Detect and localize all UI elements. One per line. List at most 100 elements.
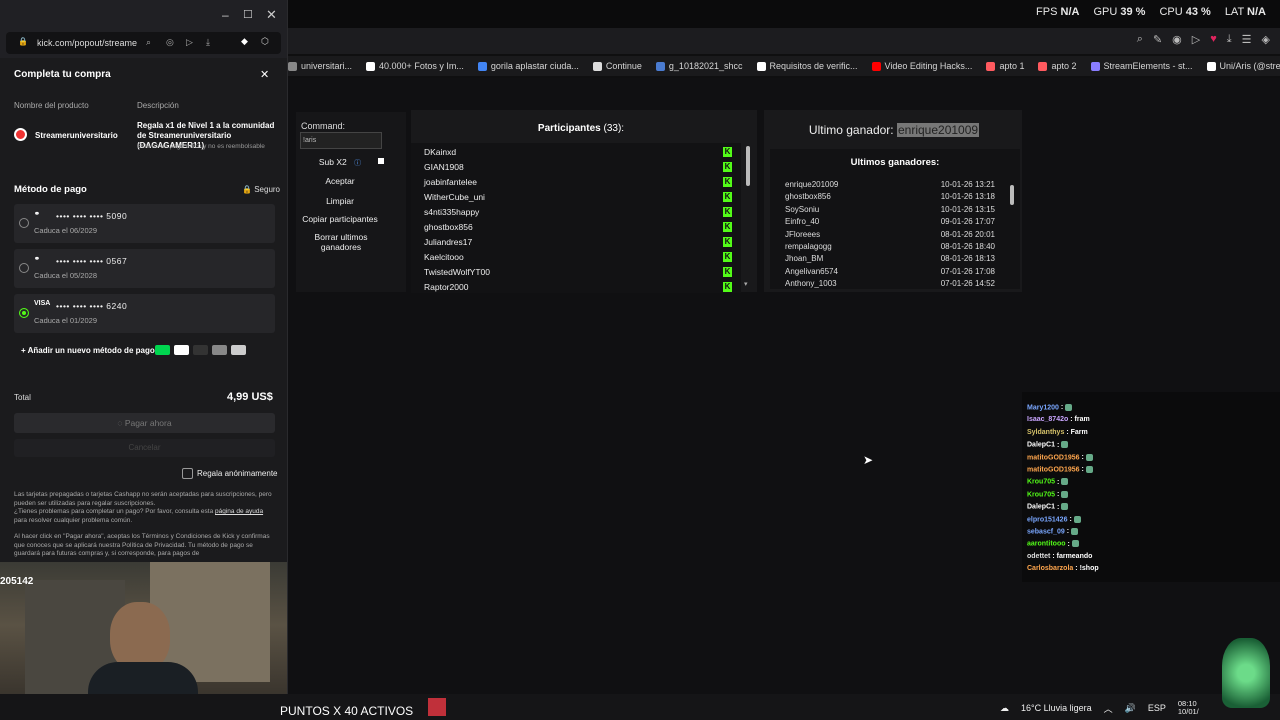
bookmark-item[interactable]: universitari... [288, 61, 352, 71]
heart-icon[interactable]: ♥ [1210, 33, 1217, 46]
profile-icon[interactable]: ◈ [1262, 33, 1270, 46]
language-indicator[interactable]: ESP [1148, 703, 1166, 713]
bookmark-favicon-icon [655, 61, 665, 71]
chat-username[interactable]: matitoGOD1956 [1027, 454, 1080, 461]
menu-icon[interactable]: ☰ [1242, 33, 1252, 46]
extension-icon[interactable]: ◆ [241, 36, 248, 47]
participant-row: Juliandres17 K [424, 237, 734, 247]
clock[interactable]: 08:10 10/01/ [1178, 700, 1199, 716]
camera-icon[interactable]: ◉ [1172, 33, 1182, 46]
command-input[interactable]: !aris [300, 132, 382, 149]
chat-username[interactable]: DalepC1 [1027, 504, 1055, 511]
emote-icon [1061, 490, 1069, 498]
anonymous-checkbox[interactable] [182, 468, 193, 479]
chat-username[interactable]: Syldanthys [1027, 429, 1064, 436]
extension-2-icon[interactable]: ⬡ [261, 36, 269, 47]
chat-text: : [1057, 478, 1060, 486]
popup-address-bar[interactable]: 🔒 kick.com/popout/streame ⌕ ◎ ▷ ⤓ ◆ ⬡ [6, 32, 281, 54]
participant-name: s4nti335happy [424, 207, 480, 217]
chat-message: Isaac_8742o: fram [1027, 416, 1090, 423]
winner-date: 08-01-26 18:40 [940, 242, 995, 251]
chat-text: : fram [1070, 416, 1090, 424]
pay-now-button[interactable]: ◌ Pagar ahora [14, 413, 275, 433]
chat-username[interactable]: elpro151426 [1027, 516, 1067, 523]
help-link[interactable]: página de ayuda [215, 508, 263, 515]
bookmark-item[interactable]: g_10182021_shcc [655, 61, 743, 71]
copy-participants-button[interactable]: Copiar participantes [296, 214, 384, 224]
shield-icon[interactable]: ◎ [166, 37, 174, 48]
winner-row: enrique201009 10-01-26 13:21 [785, 180, 995, 189]
card-radio-selected[interactable] [19, 308, 29, 318]
volume-icon[interactable]: 🔊 [1125, 703, 1136, 714]
card-expiry-label: Caduca el [34, 226, 68, 235]
chat-username[interactable]: odettet [1027, 553, 1050, 560]
card-expiry: Caduca el 05/2028 [34, 271, 97, 280]
address-bar[interactable] [288, 28, 1280, 54]
chat-username[interactable]: Krou705 [1027, 491, 1055, 498]
chat-username[interactable]: sebascf_09 [1027, 528, 1065, 535]
winner-name: rempalagogg [785, 242, 832, 251]
participants-scrollbar[interactable] [746, 146, 750, 186]
chat-username[interactable]: DalepC1 [1027, 442, 1055, 449]
bookmark-label: Continue [605, 61, 642, 71]
last-winner-name: enrique201009 [896, 123, 980, 137]
gpu-value: 39 % [1120, 6, 1146, 18]
anonymous-label: Regala anónimamente [197, 469, 278, 478]
payment-brand-icons [155, 345, 246, 355]
accept-button[interactable]: Aceptar [296, 176, 384, 186]
chat-username[interactable]: Krou705 [1027, 479, 1055, 486]
saved-card-3[interactable]: VISA •••• •••• •••• 6240 Caduca el 01/20… [14, 294, 275, 333]
close-window-icon[interactable]: ✕ [266, 7, 277, 23]
sub-x2-checkbox[interactable] [378, 158, 384, 164]
zoom-icon[interactable]: ⌕ [146, 37, 151, 48]
command-panel: Command: !aris Sub X2 ⓘ Aceptar Limpiar … [296, 112, 406, 292]
search-icon[interactable]: ⌕ [1137, 33, 1143, 46]
card-radio[interactable] [19, 263, 29, 273]
play-icon[interactable]: ▷ [1192, 33, 1200, 46]
chat-text: : farmeando [1052, 552, 1093, 560]
add-payment-method-link[interactable]: + Añadir un nuevo método de pago [21, 346, 155, 355]
minimize-icon[interactable]: – [222, 8, 229, 22]
bookmark-item[interactable]: 40.000+ Fotos y Im... [366, 61, 464, 71]
bookmark-item[interactable]: apto 1 [986, 61, 1024, 71]
chat-username[interactable]: matitoGOD1956 [1027, 466, 1080, 473]
kick-icon: K [723, 252, 732, 262]
close-dialog-icon[interactable]: ✕ [260, 68, 269, 81]
scroll-down-icon[interactable]: ▾ [744, 280, 748, 288]
maximize-icon[interactable]: ☐ [243, 8, 253, 21]
edit-icon[interactable]: ✎ [1153, 33, 1162, 46]
cancel-button[interactable]: Cancelar [14, 439, 275, 457]
bookmark-item[interactable]: Requisitos de verific... [756, 61, 858, 71]
chat-username[interactable]: Carlosbarzola [1027, 565, 1073, 572]
ticker-text: PUNTOS X 40 ACTIVOS [280, 704, 414, 718]
help-text: ¿Tienes problemas para completar un pago… [14, 508, 214, 515]
bookmark-item[interactable]: Continue [592, 61, 642, 71]
winners-scrollbar[interactable] [1010, 185, 1014, 205]
chat-username[interactable]: aarontitooo [1027, 541, 1066, 548]
play-icon[interactable]: ▷ [186, 37, 193, 48]
bookmark-item[interactable]: gorila aplastar ciuda... [477, 61, 579, 71]
bookmark-item[interactable]: apto 2 [1038, 61, 1077, 71]
sub-x2-toggle[interactable]: Sub X2 ⓘ [296, 157, 384, 168]
download-icon[interactable]: ⤓ [206, 37, 210, 48]
counter-overlay: 205142 [0, 576, 34, 587]
participant-row: s4nti335happy K [424, 207, 734, 217]
clear-last-winners-button[interactable]: Borrar ultimos ganadores [296, 232, 386, 252]
chevron-up-icon[interactable]: ︿ [1104, 702, 1113, 715]
saved-card-2[interactable]: ⚭ •••• •••• •••• 0567 Caduca el 05/2028 [14, 249, 275, 288]
card-radio[interactable] [19, 218, 29, 228]
chat-username[interactable]: Isaac_8742o [1027, 416, 1068, 423]
participants-title-text: Participantes [537, 123, 601, 134]
bookmark-item[interactable]: Video Editing Hacks... [871, 61, 972, 71]
weather-text[interactable]: 16°C Lluvia ligera [1021, 703, 1092, 713]
popup-url[interactable]: kick.com/popout/streame [37, 38, 137, 48]
download-icon[interactable]: ⤓ [1227, 33, 1232, 46]
emote-icon [1061, 503, 1069, 511]
clear-button[interactable]: Limpiar [296, 196, 384, 206]
app-icon[interactable] [428, 698, 446, 716]
saved-card-1[interactable]: ⚭ •••• •••• •••• 5090 Caduca el 06/2029 [14, 204, 275, 243]
chat-username[interactable]: Mary1200 [1027, 404, 1059, 411]
bookmark-item[interactable]: StreamElements - st... [1090, 61, 1193, 71]
participants-list[interactable]: DKainxd K GIAN1908 Kjoabinfantelee K WitherCu… [411, 143, 741, 293]
bookmark-item[interactable]: Uni/Aris (@streame... [1206, 61, 1280, 71]
